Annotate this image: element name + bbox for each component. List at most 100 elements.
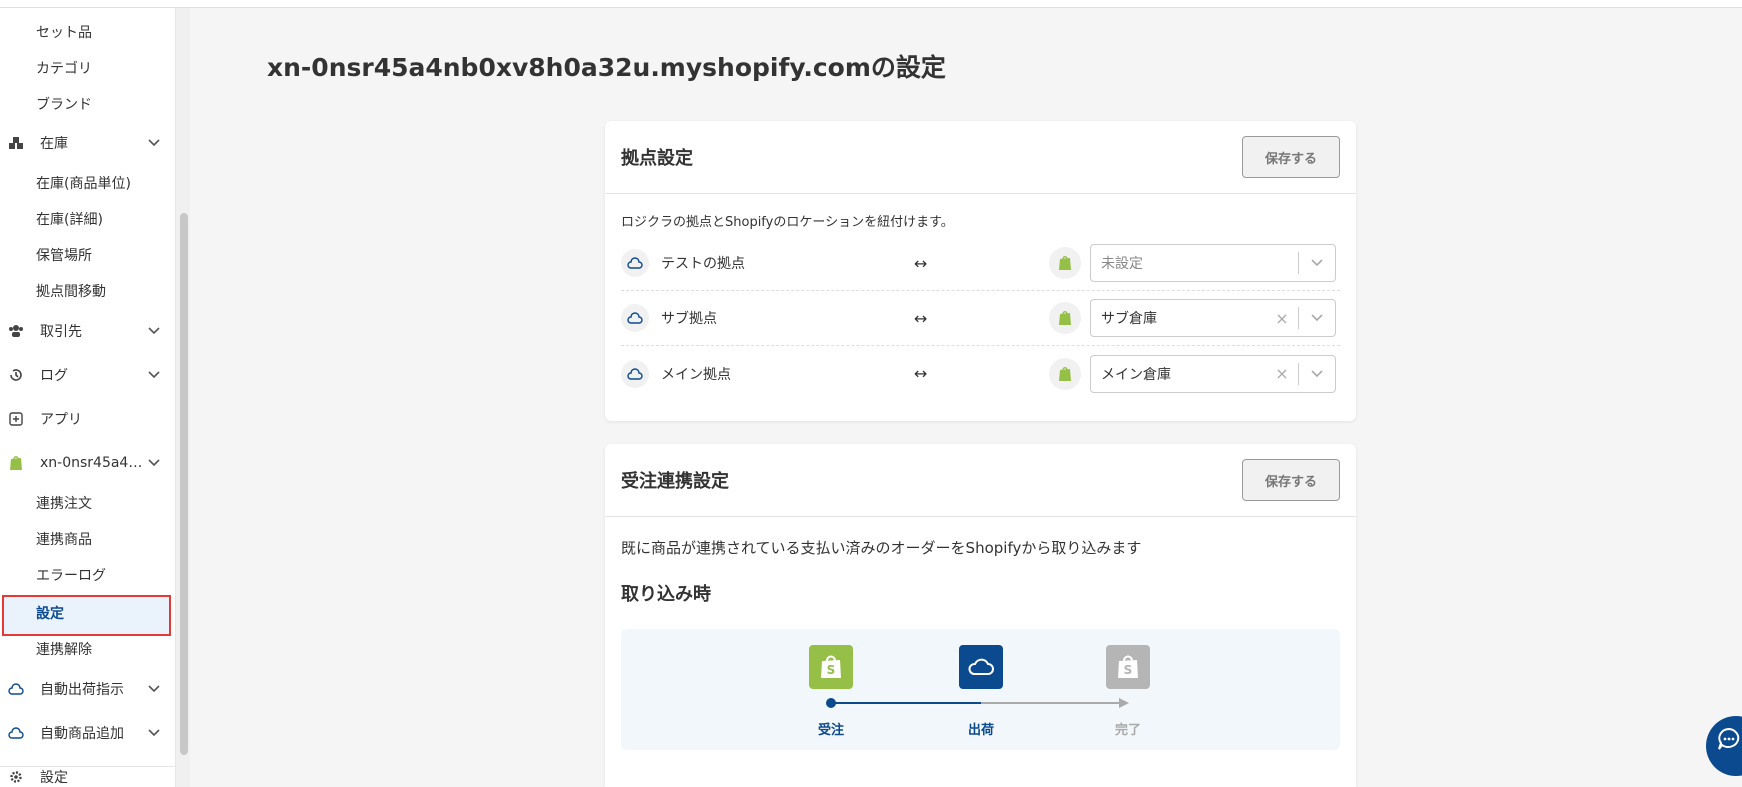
- step-label-order: 受注: [817, 723, 844, 738]
- link-arrow-icon: ↔: [914, 253, 928, 273]
- cloud-icon: [621, 249, 649, 277]
- order-flow-diagram: S S 受注 出荷 完了: [621, 629, 1340, 750]
- sidebar-item-label: 連携解除: [36, 642, 92, 658]
- shopify-icon: [1049, 357, 1081, 390]
- sidebar-item-linked-products[interactable]: 連携商品: [0, 521, 175, 557]
- sidebar-scrollbar[interactable]: [180, 213, 188, 755]
- sidebar-group-partners[interactable]: 取引先: [0, 313, 175, 349]
- chevron-down-icon: [146, 681, 162, 697]
- sidebar: セット品 カテゴリ ブランド 在庫 在庫(商品単位) 在庫(詳細) 保管場所 拠…: [0, 8, 176, 787]
- sidebar-item-label: 自動商品追加: [40, 726, 124, 742]
- sidebar-item-label: 拠点間移動: [36, 284, 106, 300]
- chevron-down-icon: [146, 725, 162, 741]
- sidebar-item-label: アプリ: [40, 412, 82, 428]
- step-label-ship: 出荷: [967, 723, 994, 738]
- location-row: テストの拠点 ↔ 未設定: [621, 236, 1340, 291]
- import-subheading: 取り込み時: [621, 584, 711, 605]
- cloud-icon: [8, 681, 24, 697]
- shopify-icon: [1049, 247, 1081, 279]
- sidebar-item-label: 保管場所: [36, 248, 92, 264]
- link-arrow-icon: ↔: [914, 364, 928, 383]
- sidebar-item-label: 設定: [40, 770, 68, 786]
- sidebar-item-set[interactable]: セット品: [0, 14, 175, 50]
- chevron-down-icon: [146, 135, 162, 151]
- sidebar-item-linked-orders[interactable]: 連携注文: [0, 485, 175, 521]
- card-description: ロジクラの拠点とShopifyのロケーションを紐付けます。: [621, 215, 954, 230]
- shopify-icon: [1049, 302, 1081, 334]
- users-icon: [8, 323, 24, 339]
- cloud-icon: [621, 304, 649, 332]
- location-select[interactable]: 未設定: [1090, 244, 1336, 282]
- sidebar-group-auto-shipping[interactable]: 自動出荷指示: [0, 671, 175, 707]
- sidebar-item-stock-product[interactable]: 在庫(商品単位): [0, 165, 175, 201]
- location-select[interactable]: メイン倉庫 ×: [1090, 354, 1336, 393]
- sidebar-item-unlink[interactable]: 連携解除: [0, 631, 175, 667]
- step-label-complete: 完了: [1114, 723, 1141, 738]
- sidebar-item-stock-detail[interactable]: 在庫(詳細): [0, 201, 175, 237]
- card-header: 受注連携設定 保存する: [605, 444, 1356, 517]
- sidebar-item-label: カテゴリ: [36, 61, 92, 77]
- cloud-icon: [8, 725, 24, 741]
- chevron-down-icon[interactable]: [1299, 369, 1335, 378]
- sidebar-item-label: 設定: [36, 606, 64, 622]
- sidebar-group-auto-product[interactable]: 自動商品追加: [0, 715, 175, 751]
- sidebar-group-inventory[interactable]: 在庫: [0, 125, 175, 161]
- sidebar-item-label: 自動出荷指示: [40, 682, 124, 698]
- sidebar-item-label: xn-0nsr45a4nb0xv8h0a32u: [40, 455, 144, 471]
- sidebar-item-storage[interactable]: 保管場所: [0, 237, 175, 273]
- location-name: テストの拠点: [661, 256, 745, 272]
- card-description: 既に商品が連携されている支払い済みのオーダーをShopifyから取り込みます: [621, 539, 1142, 557]
- sidebar-group-log[interactable]: ログ: [0, 357, 175, 393]
- chevron-down-icon[interactable]: [1299, 259, 1335, 267]
- page-title: xn-0nsr45a4nb0xv8h0a32u.myshopify.comの設定: [267, 53, 946, 82]
- sidebar-item-apps[interactable]: アプリ: [0, 401, 175, 437]
- location-settings-card: 拠点設定 保存する ロジクラの拠点とShopifyのロケーションを紐付けます。 …: [605, 121, 1356, 421]
- top-bar: [0, 0, 1742, 8]
- chevron-down-icon: [146, 455, 162, 471]
- location-row: サブ拠点 ↔ サブ倉庫 ×: [621, 291, 1340, 346]
- sidebar-item-label: 在庫(商品単位): [36, 176, 131, 192]
- location-name: サブ拠点: [661, 311, 717, 327]
- location-name: メイン拠点: [661, 366, 731, 383]
- sidebar-item-transfer[interactable]: 拠点間移動: [0, 273, 175, 309]
- link-arrow-icon: ↔: [914, 308, 928, 328]
- shopify-icon: [8, 455, 24, 471]
- history-icon: [8, 367, 24, 383]
- sidebar-item-label: エラーログ: [36, 568, 106, 584]
- save-button[interactable]: 保存する: [1242, 136, 1340, 178]
- chevron-down-icon: [146, 323, 162, 339]
- sidebar-group-shopify-store[interactable]: xn-0nsr45a4nb0xv8h0a32u: [0, 445, 175, 481]
- sidebar-item-category[interactable]: カテゴリ: [0, 50, 175, 86]
- location-row: メイン拠点 ↔ メイン倉庫 ×: [621, 346, 1340, 401]
- sidebar-item-label: ログ: [40, 368, 68, 384]
- boxes-icon: [8, 135, 24, 151]
- sidebar-item-label: 取引先: [40, 324, 82, 340]
- sidebar-item-settings[interactable]: 設定: [0, 595, 175, 631]
- sidebar-item-global-settings[interactable]: 設定: [0, 759, 175, 787]
- location-select[interactable]: サブ倉庫 ×: [1090, 299, 1336, 337]
- chevron-down-icon[interactable]: [1299, 314, 1335, 322]
- sidebar-item-label: 在庫: [40, 136, 68, 152]
- save-button[interactable]: 保存する: [1242, 459, 1340, 501]
- plus-square-icon: [8, 411, 24, 427]
- gear-icon: [8, 769, 24, 785]
- order-sync-card: 受注連携設定 保存する 既に商品が連携されている支払い済みのオーダーをShopi…: [605, 444, 1356, 787]
- cloud-icon: [621, 359, 649, 388]
- select-value: メイン倉庫: [1101, 366, 1171, 383]
- sidebar-item-error-log[interactable]: エラーログ: [0, 557, 175, 593]
- sidebar-item-label: セット品: [36, 25, 92, 41]
- chat-icon: [1718, 727, 1740, 750]
- chevron-down-icon: [146, 367, 162, 383]
- sidebar-item-label: 連携商品: [36, 532, 92, 548]
- clear-icon[interactable]: ×: [1272, 309, 1292, 328]
- sidebar-item-label: ブランド: [36, 97, 92, 113]
- card-title: 受注連携設定: [621, 471, 729, 492]
- sidebar-item-label: 連携注文: [36, 496, 92, 512]
- clear-icon[interactable]: ×: [1272, 364, 1292, 383]
- sidebar-item-label: 在庫(詳細): [36, 212, 103, 228]
- card-header: 拠点設定 保存する: [605, 121, 1356, 194]
- chat-support-button[interactable]: [1706, 716, 1742, 776]
- select-value: 未設定: [1101, 256, 1143, 272]
- sidebar-item-brand[interactable]: ブランド: [0, 86, 175, 122]
- select-value: サブ倉庫: [1101, 311, 1157, 327]
